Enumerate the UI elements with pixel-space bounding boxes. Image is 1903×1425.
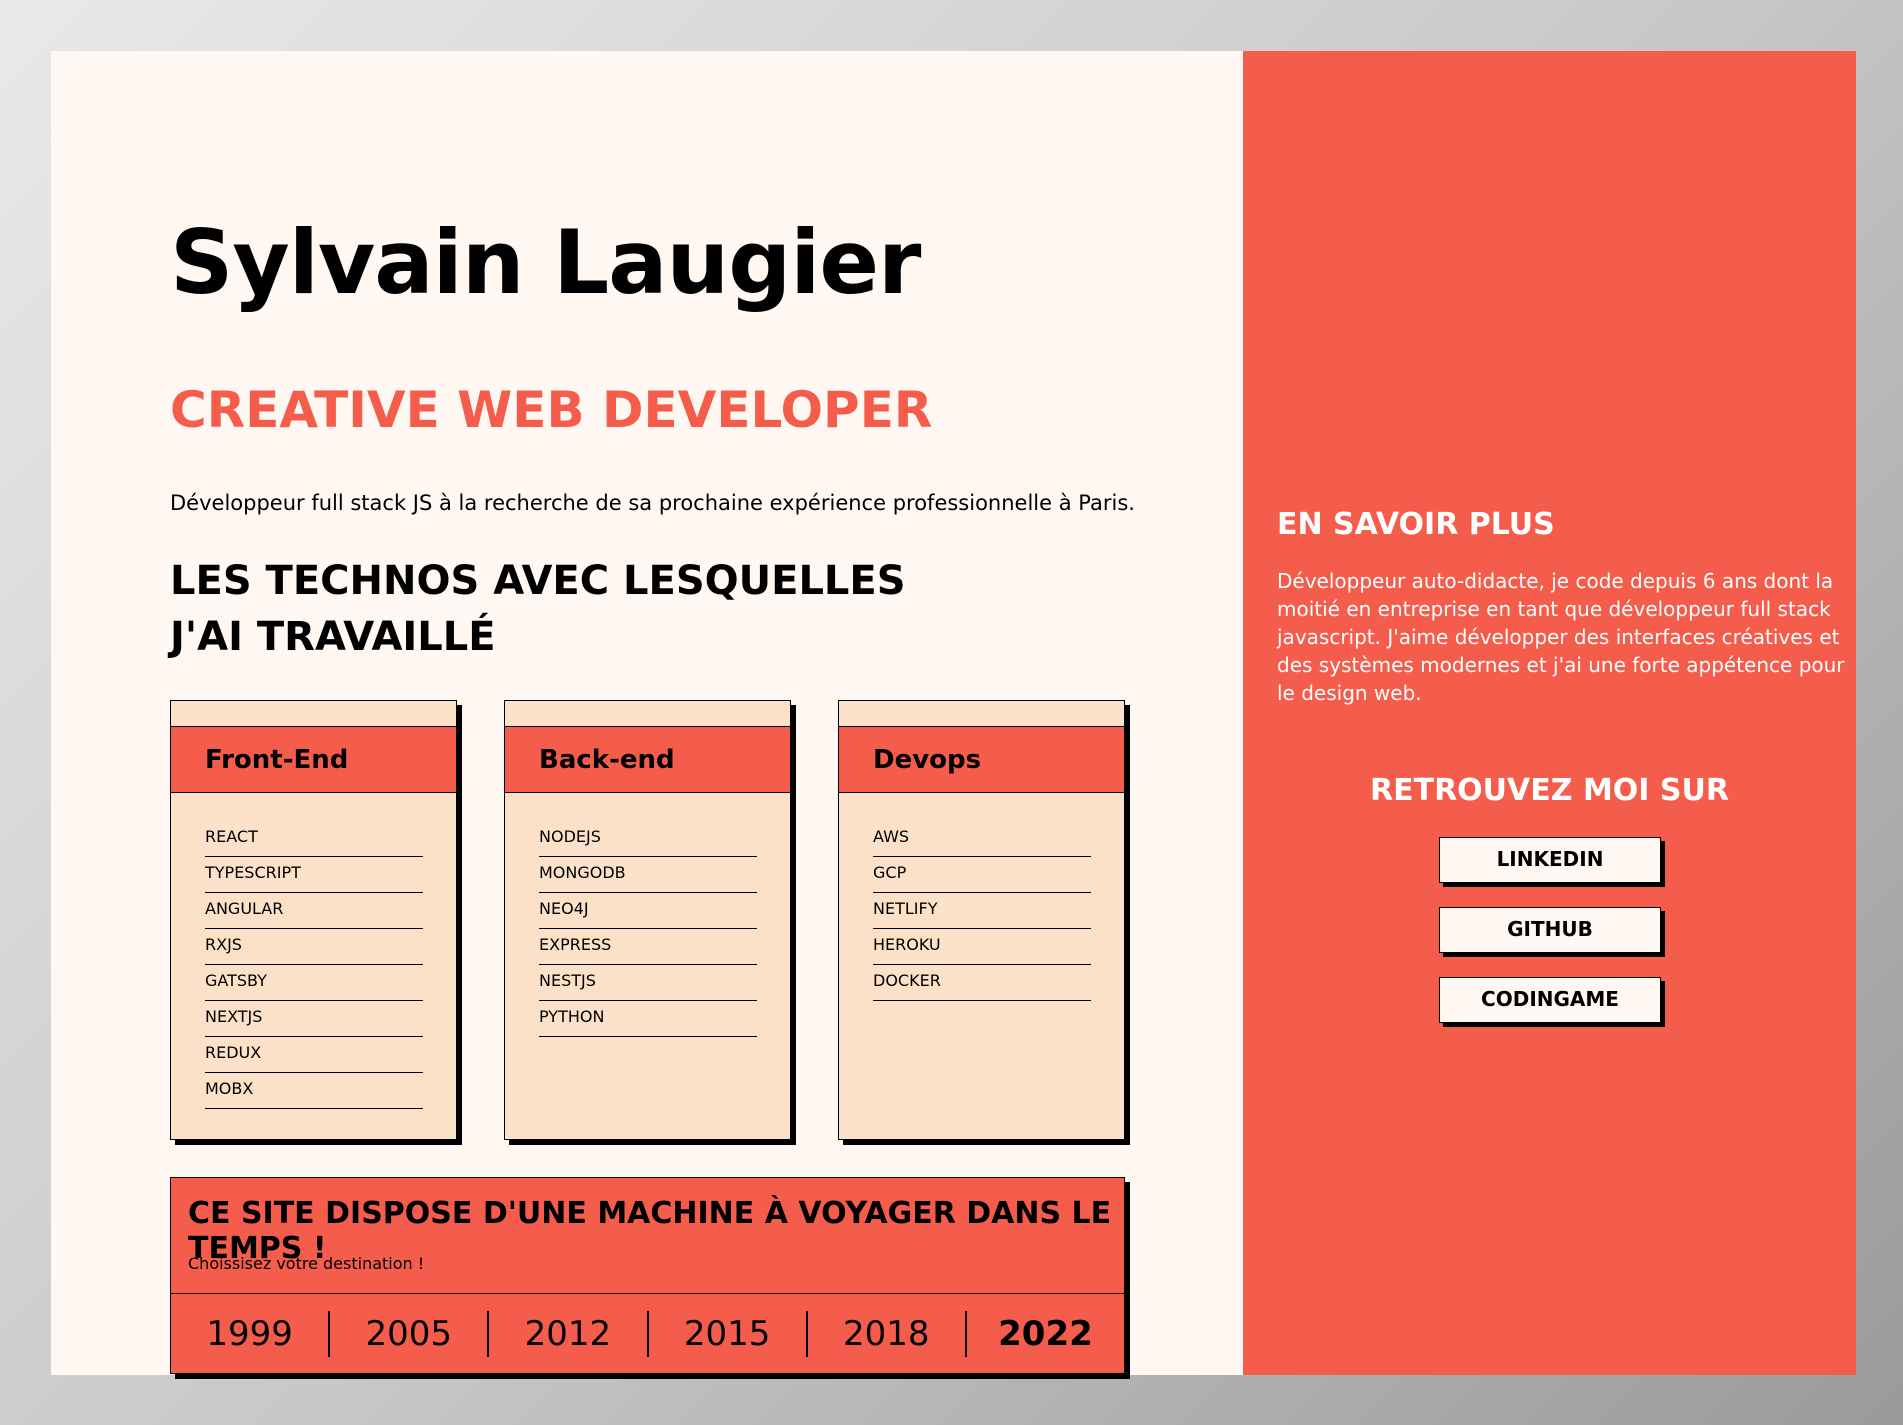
list-item: HEROKU — [873, 930, 1091, 965]
list-item: GATSBY — [205, 966, 423, 1001]
tech-cards: Front-End REACT TYPESCRIPT ANGULAR RXJS … — [170, 700, 1125, 1140]
year-option-2005[interactable]: 2005 — [328, 1310, 487, 1357]
side-panel: EN SAVOIR PLUS Développeur auto-didacte,… — [1243, 51, 1856, 1375]
tech-card-back-end: Back-end NODEJS MONGODB NEO4J EXPRESS NE… — [504, 700, 791, 1140]
list-item: ANGULAR — [205, 894, 423, 929]
card-title: Back-end — [539, 745, 675, 775]
tech-list: AWS GCP NETLIFY HEROKU DOCKER — [873, 822, 1091, 1002]
list-item: MONGODB — [539, 858, 757, 893]
list-item: MOBX — [205, 1074, 423, 1109]
tech-list: REACT TYPESCRIPT ANGULAR RXJS GATSBY NEX… — [205, 822, 423, 1110]
time-machine-panel: CE SITE DISPOSE D'UNE MACHINE À VOYAGER … — [170, 1177, 1125, 1374]
list-item: NESTJS — [539, 966, 757, 1001]
page-title: Sylvain Laugier — [170, 211, 921, 314]
intro-text: Développeur full stack JS à la recherche… — [170, 491, 1135, 515]
card-header: Front-End — [171, 726, 456, 793]
year-option-2012[interactable]: 2012 — [487, 1310, 646, 1357]
side-title: EN SAVOIR PLUS — [1277, 507, 1555, 542]
tech-card-devops: Devops AWS GCP NETLIFY HEROKU DOCKER — [838, 700, 1125, 1140]
list-item: NEO4J — [539, 894, 757, 929]
list-item: GCP — [873, 858, 1091, 893]
year-option-1999[interactable]: 1999 — [171, 1311, 328, 1357]
list-item: AWS — [873, 822, 1091, 857]
list-item: NODEJS — [539, 822, 757, 857]
github-button[interactable]: GITHUB — [1439, 907, 1661, 953]
list-item: DOCKER — [873, 966, 1091, 1001]
page: Sylvain Laugier CREATIVE WEB DEVELOPER D… — [51, 51, 1856, 1375]
list-item: REACT — [205, 822, 423, 857]
main-panel: Sylvain Laugier CREATIVE WEB DEVELOPER D… — [51, 51, 1243, 1375]
codingame-button[interactable]: CODINGAME — [1439, 977, 1661, 1023]
year-selector: 1999 2005 2012 2015 2018 2022 — [171, 1293, 1124, 1373]
year-option-2015[interactable]: 2015 — [646, 1310, 806, 1357]
role-subtitle: CREATIVE WEB DEVELOPER — [170, 381, 933, 439]
card-header: Back-end — [505, 726, 790, 793]
list-item: RXJS — [205, 930, 423, 965]
side-text: Développeur auto-didacte, je code depuis… — [1277, 569, 1845, 705]
list-item: TYPESCRIPT — [205, 858, 423, 893]
find-me-title: RETROUVEZ MOI SUR — [1370, 773, 1729, 808]
year-option-2018[interactable]: 2018 — [805, 1310, 965, 1357]
list-item: NETLIFY — [873, 894, 1091, 929]
list-item: EXPRESS — [539, 930, 757, 965]
list-item: REDUX — [205, 1038, 423, 1073]
list-item: NEXTJS — [205, 1002, 423, 1037]
list-item: PYTHON — [539, 1002, 757, 1037]
techs-title: LES TECHNOS AVEC LESQUELLES J'AI TRAVAIL… — [170, 558, 906, 660]
linkedin-button[interactable]: LINKEDIN — [1439, 837, 1661, 883]
card-header: Devops — [839, 726, 1124, 793]
card-title: Devops — [873, 745, 982, 775]
time-machine-subtitle: Choissisez votre destination ! — [188, 1254, 425, 1273]
card-title: Front-End — [205, 745, 349, 775]
tech-card-front-end: Front-End REACT TYPESCRIPT ANGULAR RXJS … — [170, 700, 457, 1140]
year-option-2022[interactable]: 2022 — [964, 1310, 1124, 1357]
tech-list: NODEJS MONGODB NEO4J EXPRESS NESTJS PYTH… — [539, 822, 757, 1038]
social-links: LINKEDIN GITHUB CODINGAME — [1439, 837, 1661, 1047]
